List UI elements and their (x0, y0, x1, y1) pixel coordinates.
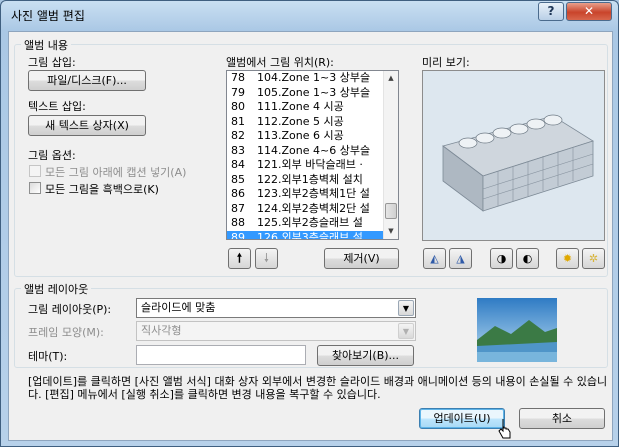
rotate-right-icon: ◮ (456, 252, 465, 265)
list-item-text: 114.Zone 4~6 상부슬 (257, 143, 371, 157)
list-item-text: 126.외부3층슬래브 설 (257, 230, 363, 240)
frame-shape-label: 프레임 모양(M): (28, 326, 104, 339)
list-item-number: 82 (231, 129, 245, 142)
list-item-text: 112.Zone 5 시공 (257, 114, 344, 128)
list-item-text: 124.외부2층벽체2단 설 (257, 201, 370, 215)
brightness-down-icon: ✲ (588, 252, 599, 265)
album-layout-label: 앨범 레이아웃 (21, 281, 92, 297)
contrast-up-icon: ◑ (496, 252, 507, 265)
list-item[interactable]: 81 112.Zone 5 시공 (227, 115, 398, 130)
insert-picture-label: 그림 삽입: (28, 56, 76, 69)
new-textbox-button[interactable]: 새 텍스트 상자(X) (28, 115, 146, 136)
list-item-text: 125.외부2층슬래브 설 (257, 216, 363, 229)
list-item-number: 78 (231, 71, 245, 84)
list-item-number: 80 (231, 100, 245, 113)
brightness-up-icon: ✹ (562, 252, 573, 265)
theme-label: 테마(T): (28, 350, 68, 363)
arrow-down-icon: 🠗 (263, 251, 270, 265)
bw-checkbox[interactable] (29, 182, 41, 194)
chevron-down-icon[interactable]: ▼ (398, 300, 414, 316)
list-item[interactable]: 80 111.Zone 4 시공 (227, 100, 398, 115)
insert-text-label: 텍스트 삽입: (28, 100, 86, 113)
bw-option-label: 모든 그림을 흑백으로(K) (45, 183, 159, 196)
chevron-down-icon[interactable]: ▼ (398, 323, 414, 339)
list-item-number: 83 (231, 143, 245, 157)
contrast-down-icon: ◐ (522, 252, 533, 265)
list-item-text: 104.Zone 1~3 상부슬 (257, 71, 371, 84)
dialog-title: 사진 앨범 편집 (11, 9, 85, 23)
move-up-button[interactable]: 🠕 (228, 248, 251, 269)
dialog-window: 사진 앨범 편집 ? ✕ 앨범 내용 그림 삽입: 파일/디스크(F)... 텍… (0, 0, 619, 447)
scroll-up-icon[interactable]: ▲ (384, 71, 398, 86)
remove-button[interactable]: 제거(V) (324, 248, 399, 269)
list-item-text: 105.Zone 1~3 상부슬 (257, 85, 371, 99)
list-item[interactable]: 79 105.Zone 1~3 상부슬 (227, 86, 398, 101)
dialog-client: 앨범 내용 그림 삽입: 파일/디스크(F)... 텍스트 삽입: 새 텍스트 … (8, 31, 613, 441)
list-item-text: 113.Zone 6 시공 (257, 129, 344, 142)
list-item[interactable]: 89 126.외부3층슬래브 설 (227, 230, 398, 240)
brightness-up-button[interactable]: ✹ (556, 248, 579, 269)
building-preview-icon (423, 71, 604, 240)
list-item[interactable]: 88 125.외부2층슬래브 설 (227, 216, 398, 231)
list-scrollbar[interactable]: ▲ ▼ (383, 71, 398, 239)
contrast-up-button[interactable]: ◑ (490, 248, 513, 269)
layout-thumbnail (477, 298, 557, 362)
list-item-number: 86 (231, 187, 245, 200)
list-item-number: 79 (231, 85, 245, 99)
mouse-cursor-icon (498, 419, 511, 439)
scroll-down-icon[interactable]: ▼ (384, 224, 398, 239)
list-item-number: 85 (231, 172, 245, 186)
cancel-button[interactable]: 취소 (519, 408, 605, 429)
list-item-number: 81 (231, 114, 245, 128)
preview-image (422, 70, 605, 241)
picture-list-label: 앨범에서 그림 위치(R): (226, 56, 334, 69)
frame-shape-select[interactable]: 직사각형 ▼ (136, 321, 416, 341)
list-item[interactable]: 86 123.외부2층벽체1단 설 (227, 187, 398, 202)
list-item-text: 111.Zone 4 시공 (257, 100, 344, 113)
move-down-button[interactable]: 🠗 (255, 248, 278, 269)
landscape-thumbnail-icon (477, 298, 557, 362)
frame-shape-value: 직사각형 (141, 324, 182, 337)
picture-list-rows: 78 104.Zone 1~3 상부슬 79 105.Zone 1~3 상부슬 80 11… (227, 71, 398, 240)
help-button[interactable]: ? (538, 2, 564, 21)
update-button[interactable]: 업데이트(U) (419, 408, 505, 429)
picture-list[interactable]: 78 104.Zone 1~3 상부슬 79 105.Zone 1~3 상부슬 80 11… (226, 70, 399, 240)
arrow-up-icon: 🠕 (236, 251, 243, 265)
contrast-down-button[interactable]: ◐ (516, 248, 539, 269)
picture-options-label: 그림 옵션: (28, 149, 76, 162)
file-disk-button[interactable]: 파일/디스크(F)... (28, 70, 146, 91)
list-item[interactable]: 82 113.Zone 6 시공 (227, 129, 398, 144)
list-item-number: 88 (231, 216, 245, 229)
list-item-text: 122.외부1층벽체 설치 (257, 172, 363, 186)
title-bar[interactable]: 사진 앨범 편집 ? ✕ (1, 1, 618, 29)
list-item-text: 121.외부 바닥슬래브 · (257, 158, 363, 171)
rotate-left-button[interactable]: ◭ (423, 248, 446, 269)
list-item-number: 84 (231, 158, 245, 171)
picture-layout-label: 그림 레이아웃(P): (28, 303, 112, 316)
caption-checkbox[interactable] (29, 165, 41, 177)
picture-layout-value: 슬라이드에 맞춤 (141, 301, 216, 314)
brightness-down-button[interactable]: ✲ (582, 248, 605, 269)
caption-option-label: 모든 그림 아래에 캡션 넣기(A) (45, 166, 187, 179)
theme-input[interactable] (136, 345, 306, 365)
list-item[interactable]: 78 104.Zone 1~3 상부슬 (227, 71, 398, 86)
list-item[interactable]: 87 124.외부2층벽체2단 설 (227, 202, 398, 217)
list-item[interactable]: 84 121.외부 바닥슬래브 · (227, 158, 398, 173)
scroll-thumb[interactable] (385, 203, 397, 219)
preview-label: 미리 보기: (422, 56, 470, 69)
list-item[interactable]: 83 114.Zone 4~6 상부슬 (227, 144, 398, 159)
info-message: [업데이트]를 클릭하면 [사진 앨범 서식] 대화 상자 외부에서 변경한 슬… (28, 375, 608, 401)
list-item-number: 87 (231, 201, 245, 215)
album-content-label: 앨범 내용 (21, 37, 71, 53)
rotate-right-button[interactable]: ◮ (449, 248, 472, 269)
rotate-left-icon: ◭ (430, 252, 439, 265)
list-item-number: 89 (231, 230, 245, 240)
list-item-text: 123.외부2층벽체1단 설 (257, 187, 370, 200)
list-item[interactable]: 85 122.외부1층벽체 설치 (227, 173, 398, 188)
picture-layout-select[interactable]: 슬라이드에 맞춤 ▼ (136, 298, 416, 318)
browse-button[interactable]: 찾아보기(B)... (317, 345, 414, 366)
close-button[interactable]: ✕ (566, 2, 612, 21)
